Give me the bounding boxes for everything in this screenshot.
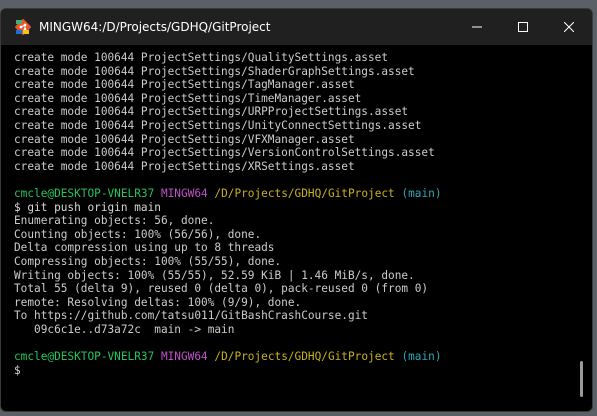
terminal-line: Counting objects: 100% (56/56), done. xyxy=(14,227,262,241)
terminal-line: create mode 100644 ProjectSettings/XRSet… xyxy=(14,159,355,173)
terminal-line: create mode 100644 ProjectSettings/TimeM… xyxy=(14,91,362,105)
maximize-button[interactable] xyxy=(500,9,546,45)
terminal-line: create mode 100644 ProjectSettings/Shade… xyxy=(14,64,415,78)
command-line: $ git push origin main xyxy=(14,200,161,214)
prompt-branch: (main) xyxy=(401,186,442,200)
window-controls xyxy=(454,9,592,45)
terminal-line: To https://github.com/tatsu011/GitBashCr… xyxy=(14,309,368,323)
title-bar[interactable]: MINGW64:/D/Projects/GDHQ/GitProject xyxy=(1,9,592,45)
terminal-line: 09c6c1e..d73a72c main -> main xyxy=(14,322,235,336)
terminal-line: create mode 100644 ProjectSettings/TagMa… xyxy=(14,78,355,92)
shell-prompt: cmcle@DESKTOP-VNELR37 MINGW64 /D/Project… xyxy=(14,187,592,201)
prompt-user-host: cmcle@DESKTOP-VNELR37 xyxy=(14,186,155,200)
terminal-line: Enumerating objects: 56, done. xyxy=(14,214,215,228)
git-bash-icon xyxy=(15,19,31,35)
window-title: MINGW64:/D/Projects/GDHQ/GitProject xyxy=(39,20,271,34)
maximize-icon xyxy=(518,22,528,32)
terminal-line: create mode 100644 ProjectSettings/Unity… xyxy=(14,118,422,132)
prompt-path: /D/Projects/GDHQ/GitProject xyxy=(214,350,395,364)
terminal-line: create mode 100644 ProjectSettings/Versi… xyxy=(14,146,435,160)
terminal-line: create mode 100644 ProjectSettings/VFXMa… xyxy=(14,132,355,146)
close-button[interactable] xyxy=(546,9,592,45)
prompt-shell: MINGW64 xyxy=(160,186,208,200)
terminal-line: create mode 100644 ProjectSettings/Quali… xyxy=(14,51,389,64)
prompt-path: /D/Projects/GDHQ/GitProject xyxy=(214,186,395,200)
terminal-line: Total 55 (delta 9), reused 0 (delta 0), … xyxy=(14,282,429,296)
terminal-line: remote: Resolving deltas: 100% (9/9), do… xyxy=(14,295,302,309)
close-icon xyxy=(564,22,574,32)
prompt-branch: (main) xyxy=(401,350,442,364)
scrollbar-thumb[interactable] xyxy=(580,361,583,397)
terminal-line: create mode 100644 ProjectSettings/URPPr… xyxy=(14,105,409,119)
terminal-output[interactable]: create mode 100644 ProjectSettings/Quali… xyxy=(1,45,592,411)
prompt-user-host: cmcle@DESKTOP-VNELR37 xyxy=(14,350,155,364)
minimize-button[interactable] xyxy=(454,9,500,45)
terminal-line: Compressing objects: 100% (55/55), done. xyxy=(14,254,282,268)
minimize-icon xyxy=(472,26,482,28)
terminal-line: Delta compression using up to 8 threads xyxy=(14,241,275,255)
terminal-line: Writing objects: 100% (55/55), 52.59 KiB… xyxy=(14,268,415,282)
prompt-shell: MINGW64 xyxy=(160,350,208,364)
terminal-window: MINGW64:/D/Projects/GDHQ/GitProject crea… xyxy=(0,8,593,412)
input-prompt[interactable]: $ xyxy=(14,364,592,378)
shell-prompt: cmcle@DESKTOP-VNELR37 MINGW64 /D/Project… xyxy=(14,350,592,364)
